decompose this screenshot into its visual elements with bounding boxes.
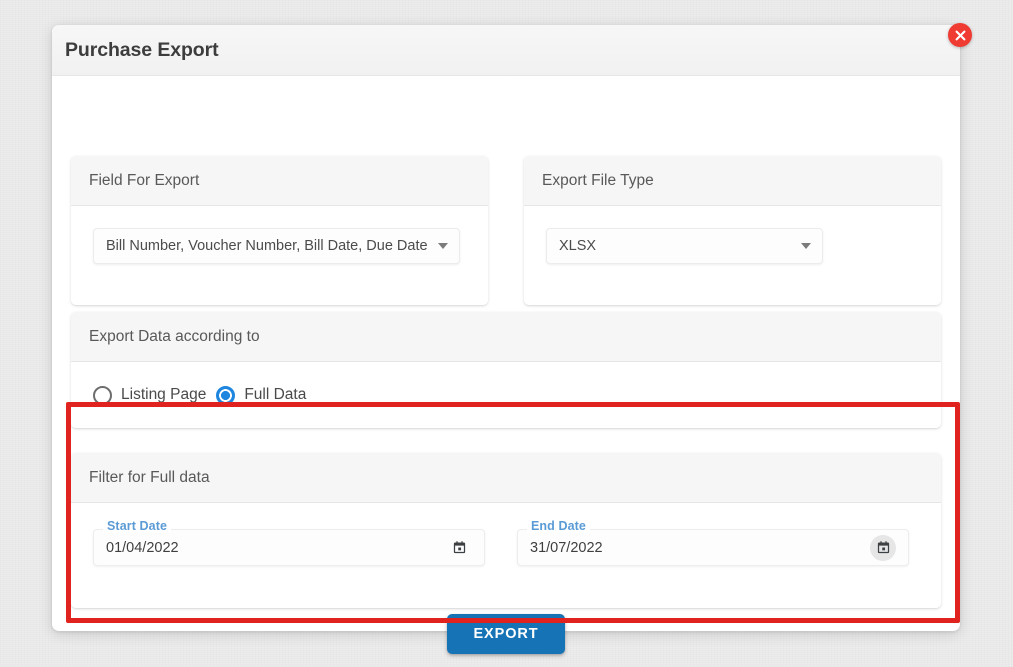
close-icon[interactable]	[948, 23, 972, 47]
radio-checked-icon	[216, 385, 236, 405]
start-date-label: Start Date	[103, 519, 172, 533]
page-title: Purchase Export	[65, 38, 219, 61]
export-file-type-panel: Export File Type XLSX	[524, 156, 941, 305]
chevron-down-icon	[438, 243, 448, 249]
field-for-export-header: Field For Export	[71, 156, 488, 206]
start-date-calendar-icon[interactable]	[446, 535, 472, 561]
export-file-type-select[interactable]: XLSX	[546, 228, 823, 264]
export-button-row: EXPORT	[52, 614, 960, 654]
end-date-input[interactable]: 31/07/2022	[517, 529, 909, 566]
dialog-header: Purchase Export	[52, 25, 960, 76]
start-date-value: 01/04/2022	[106, 539, 179, 556]
end-date-field: End Date 31/07/2022	[517, 519, 909, 608]
radio-listing-page-label: Listing Page	[121, 386, 207, 403]
export-data-according-to-header: Export Data according to	[71, 312, 941, 362]
end-date-calendar-icon[interactable]	[870, 534, 896, 561]
radio-full-data-label: Full Data	[244, 386, 307, 403]
end-date-value: 31/07/2022	[530, 539, 603, 556]
top-panels-row: Field For Export Bill Number, Voucher Nu…	[71, 156, 941, 305]
start-date-field: Start Date 01/04/2022	[93, 519, 485, 608]
filter-for-full-data-body: Start Date 01/04/2022 End Date 31/07/202…	[71, 503, 941, 608]
field-for-export-select[interactable]: Bill Number, Voucher Number, Bill Date, …	[93, 228, 460, 264]
export-file-type-selected-value: XLSX	[559, 238, 597, 254]
export-file-type-body: XLSX	[524, 206, 941, 305]
filter-for-full-data-panel: Filter for Full data Start Date 01/04/20…	[71, 453, 941, 608]
export-button[interactable]: EXPORT	[447, 614, 565, 654]
radio-unchecked-icon	[93, 385, 112, 405]
export-data-according-to-body: Listing Page Full Data	[71, 362, 941, 428]
field-for-export-panel: Field For Export Bill Number, Voucher Nu…	[71, 156, 488, 305]
export-data-according-to-panel: Export Data according to Listing Page Fu…	[71, 312, 941, 428]
purchase-export-dialog: Purchase Export Field For Export Bill Nu…	[52, 23, 972, 654]
export-data-radio-group: Listing Page Full Data	[93, 385, 316, 405]
field-for-export-selected-value: Bill Number, Voucher Number, Bill Date, …	[106, 238, 428, 254]
chevron-down-icon	[801, 243, 811, 249]
filter-for-full-data-header: Filter for Full data	[71, 453, 941, 503]
export-file-type-header: Export File Type	[524, 156, 941, 206]
radio-listing-page[interactable]: Listing Page	[93, 385, 207, 405]
field-for-export-body: Bill Number, Voucher Number, Bill Date, …	[71, 206, 488, 305]
radio-full-data[interactable]: Full Data	[216, 385, 307, 405]
dialog-body: Field For Export Bill Number, Voucher Nu…	[52, 76, 960, 654]
start-date-input[interactable]: 01/04/2022	[93, 529, 485, 566]
end-date-label: End Date	[527, 519, 590, 533]
